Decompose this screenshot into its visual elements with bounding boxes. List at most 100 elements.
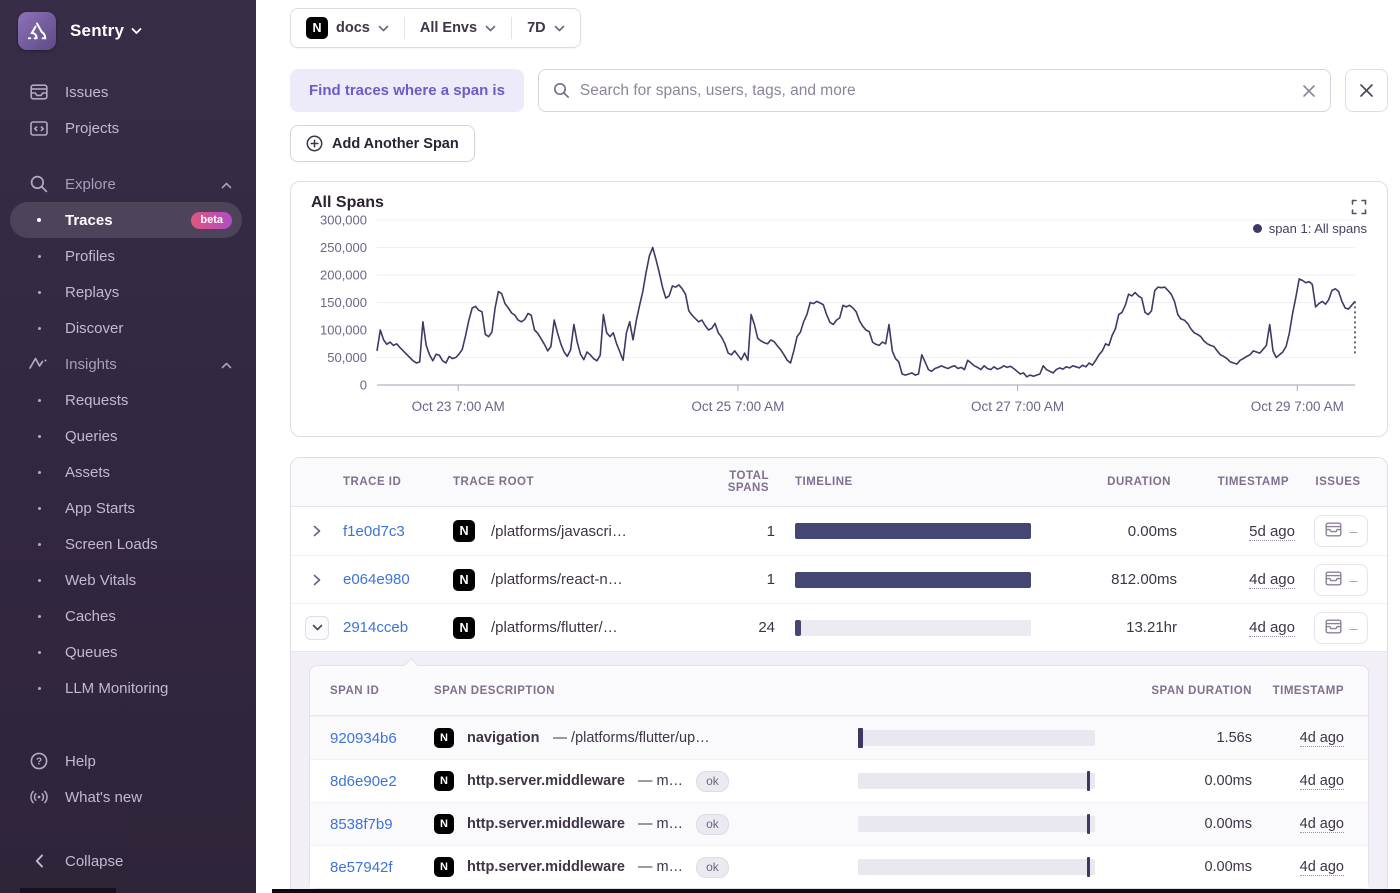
span-id-link[interactable]: 920934b6: [330, 730, 397, 747]
col-header-span-description: SPAN DESCRIPTION: [434, 684, 555, 697]
sidebar-nav: Issues Projects Explore Traces beta Profiles R…: [0, 60, 256, 706]
sidebar-item-replays[interactable]: Replays: [10, 274, 242, 310]
add-another-span-button[interactable]: Add Another Span: [290, 125, 475, 162]
sidebar-item-app-starts[interactable]: App Starts: [10, 490, 242, 526]
span-timestamp[interactable]: 4d ago: [1299, 816, 1344, 833]
sidebar-item-assets[interactable]: Assets: [10, 454, 242, 490]
bullet-icon: [28, 218, 50, 222]
fullscreen-icon: [1351, 199, 1367, 215]
sidebar-item-label: Issues: [65, 83, 109, 101]
span-op: http.server.middleware: [467, 816, 625, 832]
legend-label: span 1: All spans: [1268, 221, 1367, 236]
environment-selector[interactable]: All Envs: [405, 9, 511, 47]
expand-row-button[interactable]: [309, 521, 325, 541]
date-range-selector[interactable]: 7D: [512, 9, 580, 47]
sidebar-item-label: Traces: [65, 211, 113, 229]
timeline-bar[interactable]: [795, 619, 1031, 636]
span-op: http.server.middleware: [467, 859, 625, 875]
span-timestamp[interactable]: 4d ago: [1299, 730, 1344, 747]
span-id-link[interactable]: 8538f7b9: [330, 816, 393, 833]
project-selector[interactable]: N docs: [291, 9, 404, 47]
col-header-total-spans: TOTAL SPANS: [727, 470, 769, 494]
svg-text:150,000: 150,000: [320, 295, 367, 310]
sidebar-item-caches[interactable]: Caches: [10, 598, 242, 634]
whats-new-icon: [28, 787, 50, 807]
sidebar-item-web-vitals[interactable]: Web Vitals: [10, 562, 242, 598]
sidebar-item-what-s-new[interactable]: What's new: [10, 779, 250, 815]
span-duration: 1.56s: [1216, 730, 1252, 746]
collapse-row-button[interactable]: [305, 615, 329, 640]
trace-timestamp[interactable]: 4d ago: [1249, 571, 1295, 589]
trace-id-link[interactable]: 2914cceb: [343, 619, 408, 636]
chevron-down-icon: [554, 25, 564, 31]
expand-row-button[interactable]: [309, 570, 325, 590]
span-timestamp[interactable]: 4d ago: [1299, 773, 1344, 790]
bullet-icon: [28, 506, 50, 510]
org-switcher[interactable]: Sentry: [0, 0, 256, 60]
sidebar-footer: ? Help What's new: [0, 743, 256, 821]
trace-timestamp[interactable]: 5d ago: [1249, 522, 1295, 541]
sidebar-item-queries[interactable]: Queries: [10, 418, 242, 454]
clear-search-icon[interactable]: [1302, 84, 1316, 98]
collapse-icon: [28, 854, 50, 868]
svg-text:Oct 25 7:00 AM: Oct 25 7:00 AM: [691, 399, 784, 414]
sidebar-item-screen-loads[interactable]: Screen Loads: [10, 526, 242, 562]
sidebar-item-projects[interactable]: Projects: [10, 110, 242, 146]
svg-text:?: ?: [36, 757, 42, 768]
span-status-badge: ok: [696, 856, 729, 878]
issues-count-button[interactable]: –: [1313, 563, 1369, 596]
sidebar-item-queues[interactable]: Queues: [10, 634, 242, 670]
sidebar-item-llm-monitoring[interactable]: LLM Monitoring: [10, 670, 242, 706]
span-timeline-bar[interactable]: [858, 814, 1095, 834]
sidebar-item-help[interactable]: ? Help: [10, 743, 250, 779]
span-duration: 0.00ms: [1204, 816, 1252, 832]
issues-icon: [1325, 571, 1342, 589]
bullet-icon: [28, 434, 50, 438]
sidebar-item-explore[interactable]: Explore: [10, 166, 242, 202]
span-id-link[interactable]: 8e57942f: [330, 859, 393, 876]
fullscreen-button[interactable]: [1347, 195, 1371, 222]
sidebar-item-insights[interactable]: Insights: [10, 346, 242, 382]
nextjs-project-icon: N: [434, 728, 454, 748]
span-search-input[interactable]: [579, 81, 1292, 100]
sidebar-item-label: Assets: [65, 463, 111, 481]
sidebar-item-requests[interactable]: Requests: [10, 382, 242, 418]
collapse-label: Collapse: [65, 852, 124, 870]
span-row-920934b6: 920934b6 Nnavigation — /platforms/flutter/…: [310, 716, 1368, 759]
bullet-icon: [28, 578, 50, 582]
trace-id-link[interactable]: f1e0d7c3: [343, 523, 405, 540]
sidebar-item-profiles[interactable]: Profiles: [10, 238, 242, 274]
sidebar-item-issues[interactable]: Issues: [10, 74, 242, 110]
timeline-bar[interactable]: [795, 523, 1031, 539]
trace-root: /platforms/flutter/…: [491, 619, 618, 636]
timeline-bar[interactable]: [795, 571, 1031, 588]
span-id-link[interactable]: 8d6e90e2: [330, 773, 397, 790]
chart-legend[interactable]: span 1: All spans: [1252, 221, 1367, 236]
bullet-icon: [28, 470, 50, 474]
span-row-8d6e90e2: 8d6e90e2 Nhttp.server.middleware — m… ok 0.0…: [310, 759, 1368, 802]
span-description: — /platforms/flutter/up…: [552, 730, 710, 746]
traces-table-panel: TRACE ID TRACE ROOT TOTAL SPANS TIMELINE DUR…: [290, 457, 1388, 893]
span-timestamp[interactable]: 4d ago: [1299, 859, 1344, 876]
issues-count-button[interactable]: –: [1313, 611, 1369, 644]
sidebar-item-label: What's new: [65, 788, 143, 806]
trace-id-link[interactable]: e064e980: [343, 571, 410, 588]
chart-canvas[interactable]: 0 50,000 100,000 150,000 200,000 250,000 300,0…: [307, 212, 1371, 422]
svg-text:300,000: 300,000: [320, 213, 367, 228]
trace-timestamp[interactable]: 4d ago: [1249, 619, 1295, 637]
col-header-span-duration: SPAN DURATION: [1151, 684, 1252, 697]
sidebar-item-label: Profiles: [65, 247, 116, 265]
span-timeline-bar[interactable]: [858, 771, 1095, 791]
sidebar-item-discover[interactable]: Discover: [10, 310, 242, 346]
sidebar-item-label: Caches: [65, 607, 116, 625]
issues-count: –: [1349, 571, 1358, 588]
span-timeline-bar[interactable]: [858, 728, 1095, 748]
span-timeline-bar[interactable]: [858, 857, 1095, 877]
issues-icon: [28, 82, 50, 102]
sidebar-collapse-button[interactable]: Collapse: [10, 843, 250, 879]
remove-span-filter-button[interactable]: [1345, 69, 1388, 112]
issues-count-button[interactable]: –: [1313, 515, 1369, 547]
main-content: N docs All Envs 7D Find traces where a s…: [256, 0, 1400, 893]
sidebar-item-traces[interactable]: Traces beta: [10, 202, 242, 238]
col-header-span-id: SPAN ID: [330, 684, 380, 697]
